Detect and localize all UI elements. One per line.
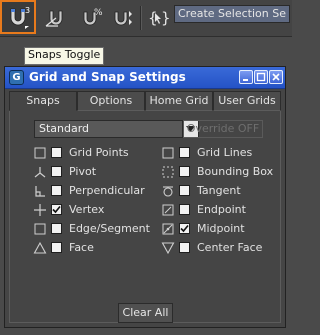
snaps-toggle-icon: 3: [5, 4, 31, 30]
snap-option-grid-points[interactable]: Grid Points: [33, 145, 151, 161]
edit-named-selection-button[interactable]: { }: [144, 2, 172, 34]
maximize-button[interactable]: [254, 70, 268, 84]
snap-option-bounding-box[interactable]: Bounding Box: [161, 164, 279, 180]
snap-label: Tangent: [197, 184, 241, 197]
center-face-icon: [161, 241, 175, 255]
checkbox-grid-lines[interactable]: [179, 147, 190, 158]
snap-option-grid-lines[interactable]: Grid Lines: [161, 145, 279, 161]
snap-label: Midpoint: [197, 222, 245, 235]
override-off-button: Override OFF: [183, 120, 263, 138]
snaps-toggle-tooltip: Snaps Toggle: [24, 47, 105, 65]
bounding-box-icon: [161, 165, 175, 179]
snap-label: Grid Points: [69, 146, 129, 159]
checkbox-face[interactable]: [51, 242, 62, 253]
midpoint-icon: [161, 222, 175, 236]
angle-snap-icon: [43, 5, 69, 31]
tab-home-grid[interactable]: Home Grid: [145, 91, 213, 111]
tab-snaps[interactable]: Snaps: [9, 91, 77, 111]
snap-option-midpoint[interactable]: Midpoint: [161, 221, 279, 237]
checkbox-midpoint[interactable]: [179, 223, 190, 234]
tab-user-grids[interactable]: User Grids: [213, 91, 281, 111]
spinner-snap-button[interactable]: [106, 2, 138, 34]
close-icon: [272, 73, 280, 81]
checkbox-vertex[interactable]: [51, 204, 62, 215]
percent-snap-icon: %: [77, 5, 103, 31]
named-selection-set-field[interactable]: Create Selection Se: [174, 5, 290, 23]
snap-option-edge-segment[interactable]: Edge/Segment: [33, 221, 151, 237]
snap-option-tangent[interactable]: Tangent: [161, 183, 279, 199]
app-icon: G: [9, 70, 24, 85]
checkbox-pivot[interactable]: [51, 166, 62, 177]
checkbox-perpendicular[interactable]: [51, 185, 62, 196]
pivot-icon: [33, 165, 47, 179]
endpoint-icon: [161, 203, 175, 217]
snap-category-dropdown[interactable]: Standard: [34, 120, 199, 138]
snap-option-perpendicular[interactable]: Perpendicular: [33, 183, 151, 199]
checkbox-center-face[interactable]: [179, 242, 190, 253]
snap-option-face[interactable]: Face: [33, 240, 151, 256]
maximize-icon: [256, 72, 266, 82]
grid-and-snap-settings-dialog: G Grid and Snap Settings Snaps Options H…: [4, 66, 286, 328]
snap-label: Center Face: [197, 241, 263, 254]
checkbox-edge-segment[interactable]: [51, 223, 62, 234]
checkbox-endpoint[interactable]: [179, 204, 190, 215]
snap-label: Edge/Segment: [69, 222, 150, 235]
checkbox-bounding-box[interactable]: [179, 166, 190, 177]
close-button[interactable]: [269, 70, 283, 84]
snap-option-vertex[interactable]: Vertex: [33, 202, 151, 218]
snap-label: Face: [69, 241, 94, 254]
edge-segment-icon: [33, 222, 47, 236]
snap-option-center-face[interactable]: Center Face: [161, 240, 279, 256]
svg-text:%: %: [94, 8, 103, 18]
toolbar-separator: [140, 6, 142, 30]
tangent-icon: [161, 184, 175, 198]
grid-points-icon: [33, 146, 47, 160]
checkbox-grid-points[interactable]: [51, 147, 62, 158]
angle-snap-button[interactable]: [40, 2, 72, 34]
minimize-button[interactable]: [239, 70, 253, 84]
dialog-titlebar[interactable]: G Grid and Snap Settings: [5, 67, 285, 89]
grid-lines-icon: [161, 146, 175, 160]
snap-option-endpoint[interactable]: Endpoint: [161, 202, 279, 218]
snaps-toggle-sub: 3: [25, 6, 30, 15]
perpendicular-icon: [33, 184, 47, 198]
clear-all-button[interactable]: Clear All: [118, 303, 173, 323]
svg-text:}: }: [161, 9, 170, 27]
snap-label: Grid Lines: [197, 146, 253, 159]
dropdown-value: Standard: [39, 122, 90, 135]
vertex-icon: [33, 203, 47, 217]
snap-label: Perpendicular: [69, 184, 145, 197]
spinner-snap-icon: [109, 5, 135, 31]
percent-snap-button[interactable]: %: [74, 2, 106, 34]
snap-label: Endpoint: [197, 203, 246, 216]
snap-option-pivot[interactable]: Pivot: [33, 164, 151, 180]
checkbox-tangent[interactable]: [179, 185, 190, 196]
settings-tabs: Snaps Options Home Grid User Grids: [9, 91, 281, 111]
snap-label: Vertex: [69, 203, 105, 216]
edit-named-selection-icon: { }: [146, 6, 170, 30]
snap-label: Pivot: [69, 165, 97, 178]
snaps-toggle-button[interactable]: 3: [0, 0, 36, 34]
snap-label: Bounding Box: [197, 165, 274, 178]
tab-options[interactable]: Options: [77, 91, 145, 111]
dialog-title: Grid and Snap Settings: [29, 70, 186, 84]
face-icon: [33, 241, 47, 255]
minimize-icon: [243, 79, 248, 81]
main-toolbar: 3 % {} Create Selection Se: [0, 0, 292, 37]
